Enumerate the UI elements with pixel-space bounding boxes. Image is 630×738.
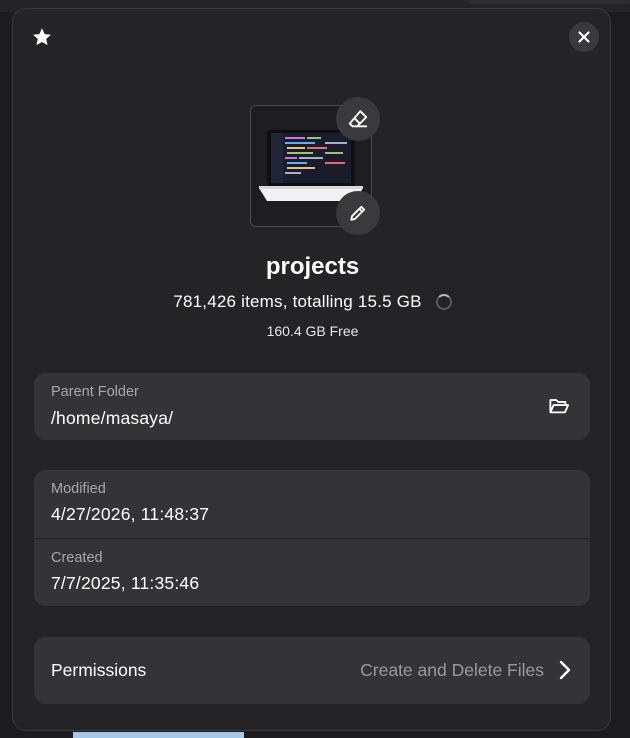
permissions-label: Permissions	[51, 660, 147, 680]
chevron-right-icon	[559, 660, 571, 680]
permissions-value: Create and Delete Files	[360, 660, 544, 680]
open-parent-folder-button[interactable]	[542, 389, 576, 423]
created-label: Created	[51, 550, 103, 566]
modified-value: 4/27/2026, 11:48:37	[51, 504, 210, 524]
dates-card: Modified 4/27/2026, 11:48:37 Created 7/7…	[34, 470, 590, 606]
folder-name: projects	[265, 253, 360, 280]
close-button[interactable]	[569, 22, 599, 52]
remove-thumbnail-button[interactable]	[336, 97, 380, 141]
created-value: 7/7/2025, 11:35:46	[51, 573, 200, 593]
eraser-icon	[348, 110, 368, 128]
loading-spinner-icon	[435, 294, 452, 310]
background-window-tab	[468, 0, 630, 4]
free-space: 160.4 GB Free	[266, 323, 359, 339]
star-icon	[33, 28, 51, 46]
modified-label: Modified	[51, 481, 106, 497]
folder-properties-dialog: projects 781,426 items, totalling 15.5 G…	[12, 8, 611, 731]
star-button[interactable]	[28, 23, 56, 51]
edit-thumbnail-button[interactable]	[336, 191, 380, 235]
dates-divider	[34, 538, 590, 539]
parent-folder-card: Parent Folder /home/masaya/	[34, 373, 590, 440]
parent-folder-path: /home/masaya/	[51, 408, 174, 428]
background-selection-strip	[73, 732, 244, 738]
parent-folder-label: Parent Folder	[51, 384, 139, 400]
pencil-icon	[350, 205, 366, 221]
close-icon	[578, 31, 590, 43]
folder-summary-row: 781,426 items, totalling 15.5 GB	[13, 292, 612, 312]
permissions-row[interactable]: Permissions Create and Delete Files	[34, 637, 590, 704]
folder-open-icon	[549, 399, 569, 414]
folder-summary: 781,426 items, totalling 15.5 GB	[173, 292, 422, 311]
